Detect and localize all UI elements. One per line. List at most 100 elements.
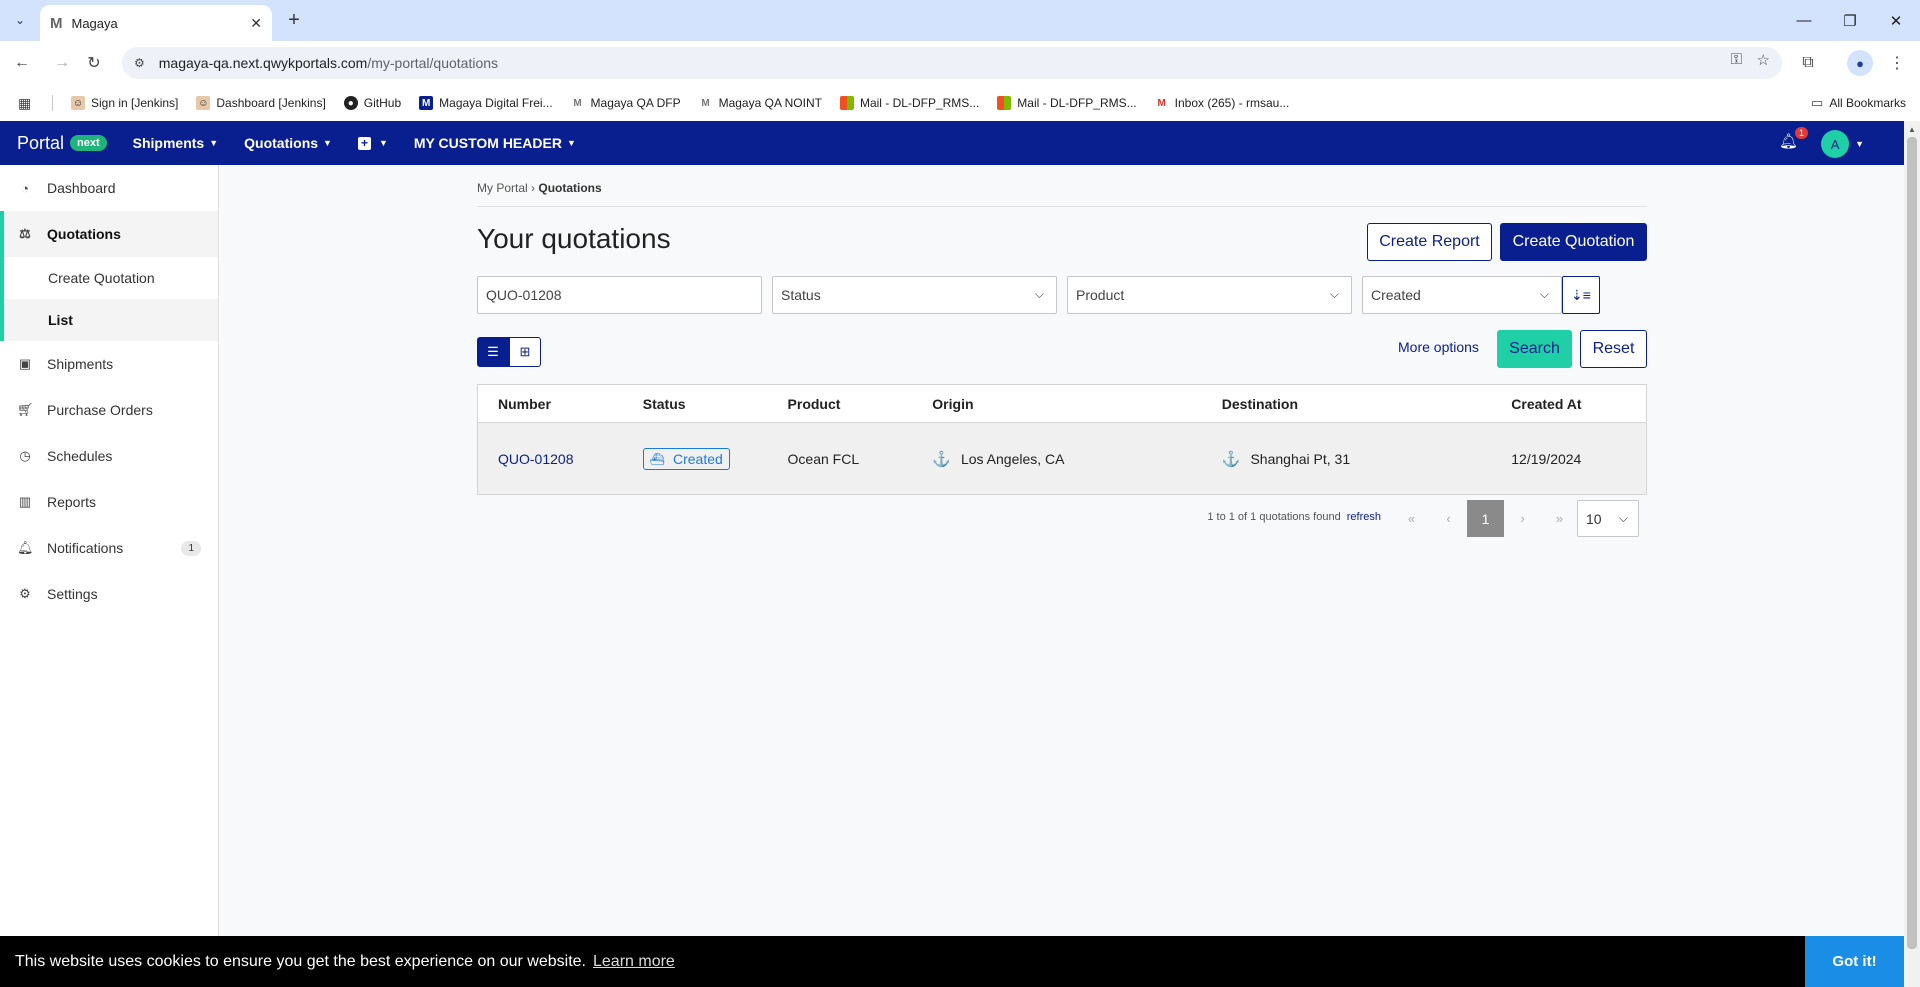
bookmark-item[interactable]: M Magaya Digital Frei...: [419, 96, 553, 110]
column-header-created-at[interactable]: Created At: [1491, 396, 1646, 412]
bookmark-item[interactable]: ☺ Dashboard [Jenkins]: [196, 96, 326, 110]
bookmark-item[interactable]: Mail - DL-DFP_RMS...: [839, 96, 979, 110]
bookmark-item[interactable]: M Magaya QA DFP: [571, 96, 680, 110]
folder-icon: ▭: [1811, 95, 1824, 110]
search-input-value: QUO-01208: [486, 287, 562, 303]
pagination-summary: 1 to 1 of 1 quotations found refresh: [1207, 511, 1381, 523]
chevron-down-icon: ⌵: [1329, 287, 1339, 301]
status-select[interactable]: Status ⌵: [772, 276, 1057, 314]
sidebar-item-list[interactable]: List: [0, 299, 218, 341]
create-quotation-button[interactable]: Create Quotation: [1500, 223, 1647, 261]
menu-icon[interactable]: ⋮: [1885, 51, 1909, 75]
create-report-button[interactable]: Create Report: [1367, 223, 1492, 261]
sidebar-item-reports[interactable]: ▥ Reports: [0, 479, 218, 525]
search-button[interactable]: Search: [1497, 330, 1572, 368]
bookmark-item[interactable]: ☺ Sign in [Jenkins]: [71, 96, 178, 110]
first-page-icon[interactable]: «: [1393, 500, 1430, 537]
last-page-icon[interactable]: »: [1541, 500, 1578, 537]
scroll-thumb[interactable]: [1907, 137, 1917, 949]
site-info-icon[interactable]: ⚙: [134, 56, 145, 70]
page-size-select[interactable]: 10 ⌵: [1577, 500, 1639, 537]
nav-create-menu[interactable]: + ▼: [357, 136, 388, 150]
chevron-down-icon: ⌵: [1618, 511, 1628, 525]
prev-page-icon[interactable]: ‹: [1430, 500, 1467, 537]
sidebar-item-dashboard[interactable]: ◔ Dashboard: [0, 165, 218, 211]
bookmark-item[interactable]: M Magaya QA NOINT: [699, 96, 822, 110]
back-icon[interactable]: ←: [10, 51, 34, 75]
quotation-number-search-input[interactable]: QUO-01208: [477, 276, 762, 314]
status-badge: ⛴ Created: [642, 447, 730, 470]
portal-brand[interactable]: Portal next: [17, 133, 107, 154]
breadcrumb-current: Quotations: [538, 181, 602, 195]
cookie-message: This website uses cookies to ensure you …: [15, 952, 586, 970]
page-scrollbar[interactable]: ▲: [1904, 121, 1920, 987]
reset-button[interactable]: Reset: [1580, 330, 1647, 368]
table-row[interactable]: QUO-01208 ⛴ Created Ocean FCL ⚓ Los Ange…: [478, 423, 1646, 494]
got-it-button[interactable]: Got it!: [1805, 936, 1904, 987]
nav-shipments[interactable]: Shipments ▼: [133, 135, 219, 151]
column-header-number[interactable]: Number: [478, 396, 623, 412]
apps-grid-icon[interactable]: ▦: [18, 95, 34, 112]
quotation-number-link[interactable]: QUO-01208: [498, 451, 573, 467]
forward-icon[interactable]: →: [50, 51, 74, 75]
breadcrumb-root[interactable]: My Portal: [477, 181, 528, 195]
nav-quotations[interactable]: Quotations ▼: [244, 135, 332, 151]
page-number-current[interactable]: 1: [1467, 500, 1504, 537]
next-page-icon[interactable]: ›: [1504, 500, 1541, 537]
profile-icon[interactable]: ●: [1847, 50, 1873, 76]
magaya-icon: M: [419, 96, 434, 110]
tab-search-icon[interactable]: ⌄: [8, 8, 32, 32]
sidebar-item-settings[interactable]: ⚙ Settings: [0, 571, 218, 617]
list-view-button[interactable]: ☰: [477, 337, 509, 367]
user-menu[interactable]: A ▼: [1821, 130, 1864, 158]
jenkins-icon: ☺: [196, 96, 211, 110]
sidebar-item-label: Notifications: [47, 540, 124, 556]
window-close-icon[interactable]: ✕: [1873, 0, 1919, 41]
column-header-status[interactable]: Status: [623, 396, 768, 412]
pagination: 1 to 1 of 1 quotations found refresh « ‹…: [477, 496, 1647, 537]
new-tab-icon[interactable]: +: [282, 8, 306, 32]
chevron-down-icon: ▼: [209, 138, 219, 148]
scroll-up-icon[interactable]: ▲: [1904, 121, 1920, 137]
sidebar-item-quotations[interactable]: ⚖ Quotations: [0, 211, 218, 257]
sidebar-item-schedules[interactable]: ◷ Schedules: [0, 433, 218, 479]
product-select[interactable]: Product ⌵: [1067, 276, 1352, 314]
password-key-icon[interactable]: ⚿: [1731, 51, 1742, 68]
url-text[interactable]: magaya-qa.next.qwykportals.com/my-portal…: [159, 55, 498, 71]
more-options-link[interactable]: More options: [1398, 339, 1479, 355]
sidebar-item-create-quotation[interactable]: Create Quotation: [0, 257, 218, 299]
bookmark-star-icon[interactable]: ☆: [1757, 51, 1770, 69]
learn-more-link[interactable]: Learn more: [593, 953, 675, 971]
refresh-link[interactable]: refresh: [1347, 511, 1381, 523]
github-icon: ●: [343, 96, 358, 110]
column-header-destination[interactable]: Destination: [1202, 396, 1491, 412]
quotations-icon: ⚖: [19, 226, 31, 241]
nav-custom-header[interactable]: MY CUSTOM HEADER ▼: [414, 135, 576, 151]
column-header-product[interactable]: Product: [768, 396, 913, 412]
reload-icon[interactable]: ↻: [82, 51, 106, 75]
all-bookmarks[interactable]: ▭ All Bookmarks: [1811, 95, 1906, 111]
browser-tab[interactable]: M Magaya ✕: [40, 5, 272, 41]
bookmark-item[interactable]: M Inbox (265) - rmsau...: [1155, 96, 1289, 110]
gear-icon: ⚙: [19, 586, 31, 601]
tab-close-icon[interactable]: ✕: [250, 15, 262, 32]
omnibox[interactable]: ⚙ magaya-qa.next.qwykportals.com/my-port…: [122, 47, 1782, 79]
sort-by-select[interactable]: Created ⌵: [1362, 276, 1562, 314]
nav-custom-header-label: MY CUSTOM HEADER: [413, 135, 562, 151]
minimize-icon[interactable]: —: [1781, 0, 1827, 41]
sidebar-item-label: Shipments: [47, 356, 114, 372]
chevron-down-icon: ▼: [323, 138, 332, 148]
sidebar-item-notifications[interactable]: 🔔︎ Notifications 1: [0, 525, 218, 571]
restore-icon[interactable]: ❐: [1827, 0, 1873, 41]
sort-direction-button[interactable]: ⇣≡: [1562, 276, 1600, 314]
column-header-origin[interactable]: Origin: [912, 396, 1201, 412]
nav-shipments-label: Shipments: [132, 135, 205, 151]
anchor-icon: ⚓: [932, 450, 951, 468]
bookmark-item[interactable]: Mail - DL-DFP_RMS...: [997, 96, 1137, 110]
extensions-icon[interactable]: ⧉: [1796, 51, 1820, 75]
notifications-bell[interactable]: 🔔︎ 1: [1779, 127, 1808, 150]
sidebar-item-purchase-orders[interactable]: 🛒︎ Purchase Orders: [0, 387, 218, 433]
sidebar-item-shipments[interactable]: ▣ Shipments: [0, 341, 218, 387]
grid-view-button[interactable]: ⊞: [509, 337, 541, 367]
bookmark-item[interactable]: ● GitHub: [343, 96, 401, 110]
